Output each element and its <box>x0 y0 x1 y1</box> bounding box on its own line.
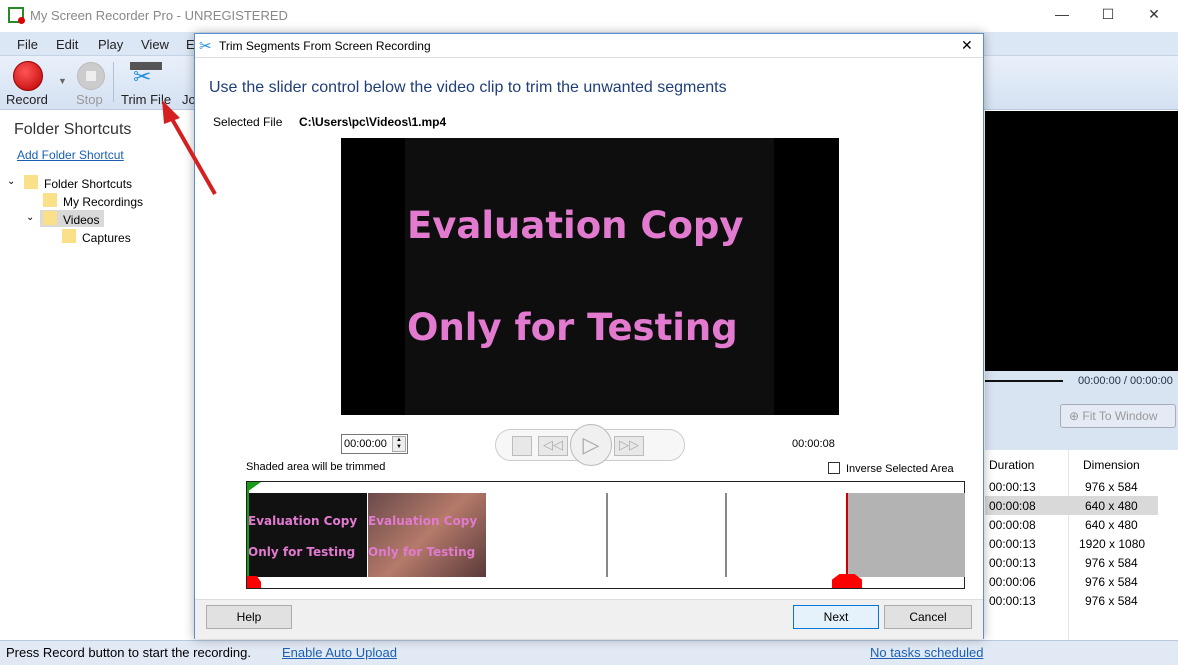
playback-controls: ◁◁ ▷ ▷▷ <box>495 424 685 466</box>
duration-cell: 00:00:13 <box>989 556 1036 570</box>
menu-view[interactable]: View <box>141 37 169 52</box>
inverse-selected-label: Inverse Selected Area <box>846 463 954 475</box>
dimension-cell: 976 x 584 <box>1085 556 1138 570</box>
scissors-icon: ✂ <box>133 64 152 89</box>
tree-item-captures[interactable]: Captures <box>82 231 131 245</box>
zoom-icon: ⊕ <box>1069 409 1083 423</box>
thumbnail: Evaluation Copy Only for Testing <box>247 493 367 577</box>
duration-cell: 00:00:08 <box>989 518 1036 532</box>
record-dropdown-icon[interactable]: ▼ <box>58 76 67 86</box>
menu-file[interactable]: File <box>17 37 38 52</box>
column-duration[interactable]: Duration <box>989 458 1034 472</box>
duration-cell: 00:00:13 <box>989 537 1036 551</box>
no-tasks-scheduled-link[interactable]: No tasks scheduled <box>870 645 983 660</box>
folder-icon <box>24 175 38 189</box>
watermark-line1: Evaluation Copy <box>407 204 744 247</box>
recordings-table: Duration Dimension 00:00:13 976 x 584 00:0… <box>985 450 1158 640</box>
selected-file-path: C:\Users\pc\Videos\1.mp4 <box>299 115 447 129</box>
play-icon[interactable]: ▷ <box>570 424 612 466</box>
record-button[interactable]: Record <box>6 92 48 107</box>
seek-bar[interactable] <box>985 380 1063 382</box>
video-player[interactable]: Evaluation Copy Only for Testing <box>341 138 839 415</box>
folder-icon <box>43 211 57 225</box>
dimension-cell: 640 x 480 <box>1085 499 1138 513</box>
expand-icon[interactable]: ⌄ <box>26 212 34 223</box>
tree-item-videos[interactable]: Videos <box>63 213 99 227</box>
segment-divider <box>606 493 608 577</box>
close-button[interactable]: ✕ <box>1139 6 1169 23</box>
start-marker-line <box>247 482 249 577</box>
preview-time: 00:00:00 / 00:00:00 <box>1078 375 1173 387</box>
stop-icon[interactable] <box>512 436 532 456</box>
title-bar: My Screen Recorder Pro - UNREGISTERED — … <box>0 0 1178 32</box>
minimize-button[interactable]: — <box>1047 6 1077 22</box>
tree-item-my-recordings[interactable]: My Recordings <box>63 195 143 209</box>
duration-cell: 00:00:06 <box>989 575 1036 589</box>
preview-area <box>985 111 1178 371</box>
fast-forward-icon[interactable]: ▷▷ <box>614 436 644 456</box>
menu-play[interactable]: Play <box>98 37 123 52</box>
dimension-cell: 640 x 480 <box>1085 518 1138 532</box>
tree-item-folder-shortcuts[interactable]: Folder Shortcuts <box>44 177 132 191</box>
trimmed-area <box>848 493 965 577</box>
table-row[interactable]: 00:00:08 640 x 480 <box>985 515 1158 534</box>
table-row[interactable]: 00:00:13 1920 x 1080 <box>985 534 1158 553</box>
table-row[interactable]: 00:00:08 640 x 480 <box>985 496 1158 515</box>
fit-to-window-button[interactable]: ⊕ Fit To Window <box>1060 404 1176 428</box>
next-button[interactable]: Next <box>793 605 879 629</box>
folder-icon <box>62 229 76 243</box>
dialog-close-button[interactable]: ✕ <box>961 37 973 54</box>
preview-controls: 00:00:00 / 00:00:00 ⊕ Fit To Window <box>985 371 1178 450</box>
folder-icon <box>43 193 57 207</box>
dimension-cell: 976 x 584 <box>1085 594 1138 608</box>
start-trim-handle[interactable] <box>247 576 261 588</box>
trim-dialog: ✂ Trim Segments From Screen Recording ✕ … <box>194 33 984 639</box>
expand-icon[interactable]: ⌄ <box>7 176 15 187</box>
scissors-icon: ✂ <box>199 38 212 55</box>
segment-divider <box>725 493 727 577</box>
table-row[interactable]: 00:00:13 976 x 584 <box>985 553 1158 572</box>
help-button[interactable]: Help <box>206 605 292 629</box>
add-folder-shortcut-link[interactable]: Add Folder Shortcut <box>17 148 124 162</box>
stop-button[interactable]: Stop <box>76 92 103 107</box>
status-bar: Press Record button to start the recordi… <box>0 640 1178 665</box>
table-row[interactable]: 00:00:13 976 x 584 <box>985 591 1158 610</box>
enable-auto-upload-link[interactable]: Enable Auto Upload <box>282 645 397 660</box>
table-row[interactable]: 00:00:13 976 x 584 <box>985 477 1158 496</box>
dimension-cell: 976 x 584 <box>1085 575 1138 589</box>
menu-edit[interactable]: Edit <box>56 37 78 52</box>
start-marker-handle[interactable] <box>247 482 261 492</box>
end-time: 00:00:08 <box>792 438 835 450</box>
thumbnail: Evaluation Copy Only for Testing <box>368 493 486 577</box>
record-icon[interactable] <box>13 61 43 91</box>
dimension-cell: 1920 x 1080 <box>1079 537 1146 551</box>
start-time-stepper[interactable]: 00:00:00 ▲ ▼ <box>341 434 408 454</box>
duration-cell: 00:00:13 <box>989 594 1036 608</box>
spin-arrows-icon[interactable]: ▲ ▼ <box>392 436 406 452</box>
duration-cell: 00:00:13 <box>989 480 1036 494</box>
dialog-footer: Help Next Cancel <box>195 599 983 639</box>
annotation-arrow <box>162 100 217 195</box>
shaded-note: Shaded area will be trimmed <box>246 461 386 473</box>
dimension-cell: 976 x 584 <box>1085 480 1138 494</box>
duration-cell: 00:00:08 <box>989 499 1036 513</box>
window-title: My Screen Recorder Pro - UNREGISTERED <box>30 8 288 23</box>
app-icon <box>8 7 25 24</box>
trim-timeline[interactable]: Evaluation Copy Only for Testing Evaluat… <box>246 481 965 589</box>
folder-shortcuts-heading: Folder Shortcuts <box>14 121 132 138</box>
maximize-button[interactable]: ☐ <box>1093 6 1123 23</box>
instruction-text: Use the slider control below the video c… <box>209 79 727 96</box>
dialog-title: Trim Segments From Screen Recording <box>219 39 431 53</box>
column-dimension[interactable]: Dimension <box>1083 458 1140 472</box>
inverse-selected-checkbox[interactable] <box>828 462 840 474</box>
stop-icon <box>77 62 105 90</box>
status-text: Press Record button to start the recordi… <box>6 645 251 660</box>
rewind-icon[interactable]: ◁◁ <box>538 436 568 456</box>
watermark-line2: Only for Testing <box>407 306 738 349</box>
cancel-button[interactable]: Cancel <box>884 605 972 629</box>
table-row[interactable]: 00:00:06 976 x 584 <box>985 572 1158 591</box>
